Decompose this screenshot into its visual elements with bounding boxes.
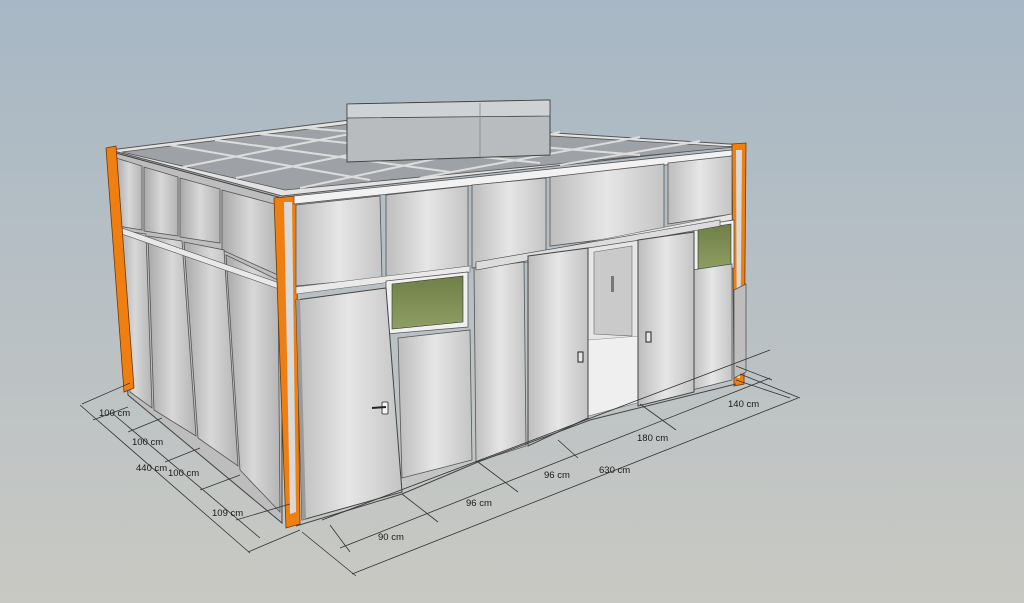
dim-label-left-total: 440 cm [136,463,167,474]
dim-label-left-2: 100 cm [132,437,163,448]
dim-label-left-3: 100 cm [168,468,199,479]
doorway-opening [587,239,641,417]
dim-label-front-total: 630 cm [599,465,630,476]
cleanroom-3d-drawing: 100 cm 100 cm 440 cm 100 cm 109 cm 90 cm… [0,0,1024,603]
sliding-door-panel-right[interactable] [637,231,695,407]
dim-label-front-5: 140 cm [728,399,759,410]
window-left [385,271,469,335]
hinged-door-open[interactable] [295,287,403,521]
dim-label-front-4: 180 cm [637,433,668,444]
dim-label-front-2: 96 cm [466,498,492,509]
sliding-door-panel-left[interactable] [527,247,589,447]
dim-label-front-1: 90 cm [378,532,404,543]
dim-label-left-4: 109 cm [212,508,243,519]
sliding-door-handle-icon[interactable] [577,351,584,363]
dim-label-left-1: 100 cm [99,408,130,419]
dim-label-front-3: 96 cm [544,470,570,481]
fan-filter-unit [346,99,551,163]
sliding-door-handle-icon[interactable] [645,331,652,343]
